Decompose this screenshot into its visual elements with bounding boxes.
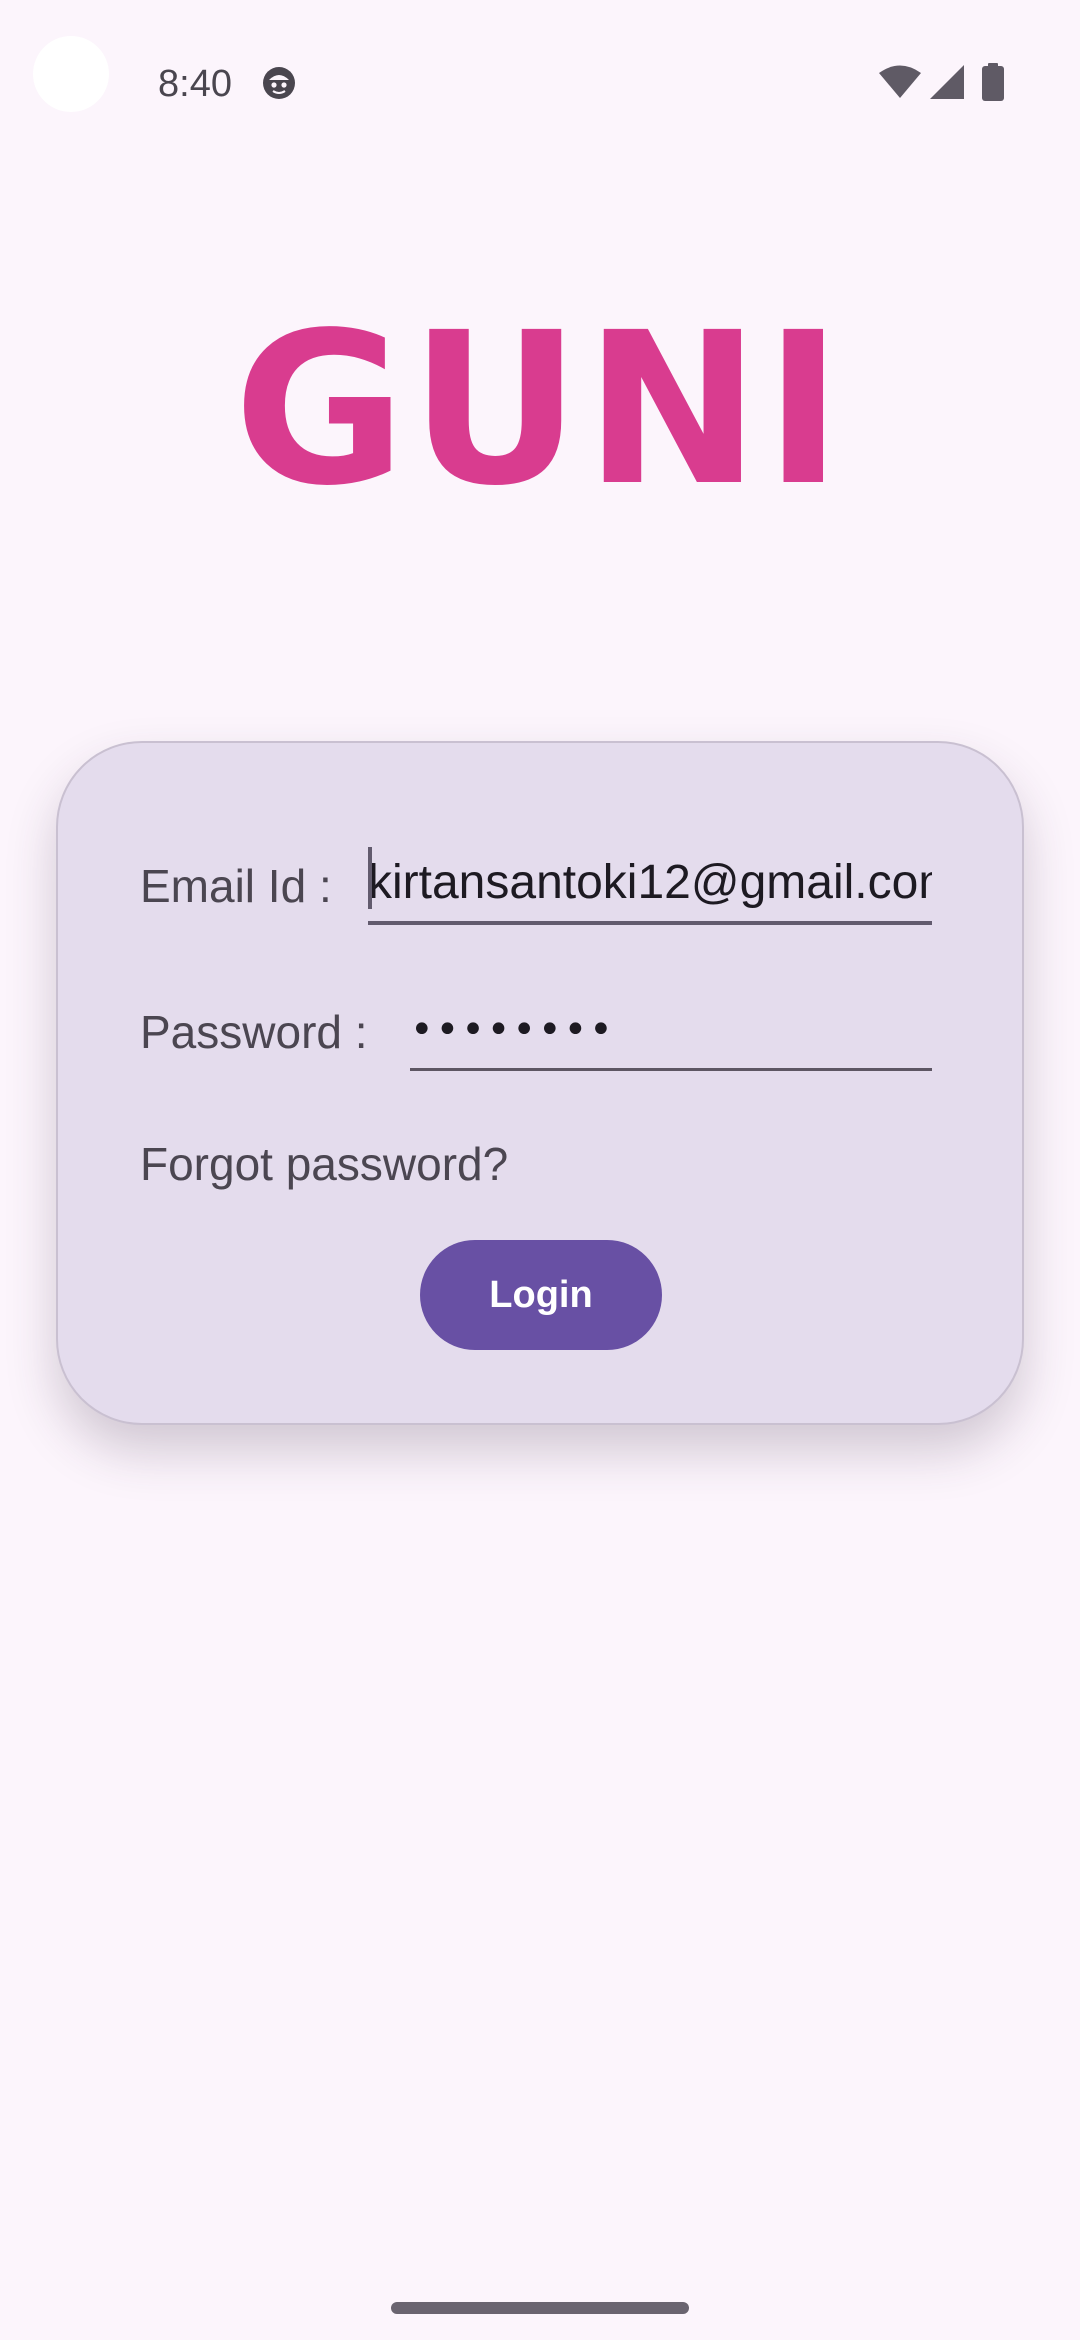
home-indicator[interactable] [391,2302,689,2314]
email-label: Email Id : [140,860,332,912]
forgot-password-link[interactable]: Forgot password? [140,1136,508,1192]
wifi-icon [878,64,922,100]
signal-icon [928,64,966,100]
battery-icon [982,63,1004,101]
password-label: Password : [140,1006,368,1058]
status-icons [878,62,1004,102]
login-button[interactable]: Login [420,1240,662,1350]
android-face-icon [262,66,296,100]
login-screen: 8:40 GUNI Email Id: kirtansantoki12@gma… [0,0,1080,2340]
text-cursor [368,847,372,909]
app-logo: GUNI [233,287,847,532]
email-field[interactable] [368,843,932,925]
password-field[interactable] [410,991,932,1071]
status-time: 8:40 [158,63,232,105]
camera-cutout [33,36,109,112]
login-card: Email Id : Password : Forgot password? L… [56,741,1024,1425]
